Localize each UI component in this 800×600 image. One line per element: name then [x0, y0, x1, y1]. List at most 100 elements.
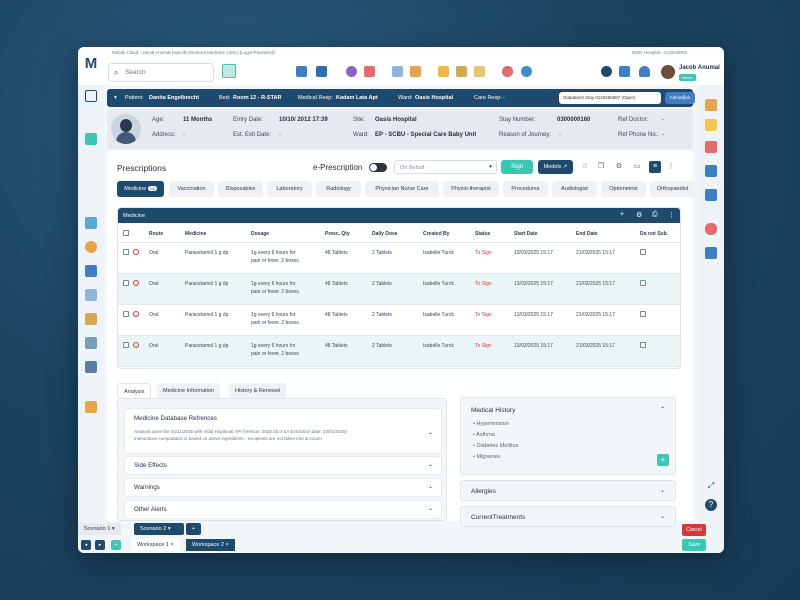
report-icon[interactable]: [85, 337, 97, 349]
tab-optometrist[interactable]: Optometrist: [601, 181, 646, 197]
table-row[interactable]: ! Oral Paracetamol 1 g dp 1g every 6 hou…: [118, 243, 680, 274]
copy-icon[interactable]: ❐: [595, 161, 607, 173]
tab-radiology[interactable]: Radiology: [316, 181, 361, 197]
more-options-icon[interactable]: ⋮: [665, 161, 677, 173]
table-row[interactable]: ! Oral Paracetamol 1 g dp 1g every 6 hou…: [118, 274, 680, 305]
col-medicine[interactable]: Medicine: [185, 231, 206, 237]
exchange-icon[interactable]: [316, 66, 327, 77]
row-checkbox[interactable]: [123, 311, 129, 317]
next-icon[interactable]: ▸: [95, 540, 105, 550]
grid-apps-icon[interactable]: [705, 189, 717, 201]
documents-icon[interactable]: [410, 66, 421, 77]
tab-laboratory[interactable]: Laboratory: [267, 181, 312, 197]
notes-icon[interactable]: [474, 66, 485, 77]
warnings-accordion[interactable]: Warnings ⌄: [125, 479, 441, 496]
checklist-icon[interactable]: [85, 361, 97, 373]
calendar-icon[interactable]: [364, 66, 375, 77]
col-end-date[interactable]: End Date: [576, 231, 598, 237]
medicine-database-accordion[interactable]: Medicine Database Refrences ⌄ Analysis d…: [125, 409, 441, 453]
alert-icon[interactable]: !: [133, 311, 139, 317]
tab-medicine-information[interactable]: Medicine Information: [157, 383, 221, 398]
schedule-icon[interactable]: [392, 66, 403, 77]
more-icon[interactable]: ⋮: [681, 95, 687, 101]
tab-physio-therapist[interactable]: Physio-therapist: [443, 181, 499, 197]
table-row[interactable]: ! Oral Paracetamol 1 g dp 1g every 6 hou…: [118, 336, 680, 367]
panel-toggle-icon[interactable]: [85, 90, 97, 102]
row-checkbox[interactable]: [123, 249, 129, 255]
search-box[interactable]: ⌕: [108, 63, 214, 82]
col-route[interactable]: Route: [149, 231, 163, 237]
tab-procedures[interactable]: Procedures: [503, 181, 548, 197]
close-icon[interactable]: ×: [171, 542, 174, 548]
card-icon[interactable]: [705, 141, 717, 153]
folder-right-icon[interactable]: [705, 99, 717, 111]
avatar[interactable]: [661, 65, 675, 79]
lock-user-icon[interactable]: [619, 66, 630, 77]
tab-orthopaedist[interactable]: Orthopaedist: [650, 181, 695, 197]
alert-icon[interactable]: !: [133, 342, 139, 348]
edit-note-icon[interactable]: [705, 119, 717, 131]
alert-icon[interactable]: !: [133, 280, 139, 286]
tab-disposables[interactable]: Disposables: [218, 181, 263, 197]
building-icon[interactable]: [85, 289, 97, 301]
folder-icon[interactable]: [438, 66, 449, 77]
do-not-sub-checkbox[interactable]: [640, 249, 646, 255]
chevron-up-icon[interactable]: ⌃: [660, 406, 665, 413]
tab-history-renewel[interactable]: History & Renewel: [229, 383, 287, 398]
select-all-checkbox[interactable]: [123, 230, 129, 236]
help-icon[interactable]: ?: [705, 499, 717, 511]
expand-icon[interactable]: ⤢: [705, 481, 717, 493]
other-alerts-accordion[interactable]: Other Alerts ⌄: [125, 501, 441, 518]
do-not-sub-checkbox[interactable]: [640, 311, 646, 317]
add-history-button[interactable]: +: [657, 454, 669, 466]
admission-button[interactable]: Admission: [665, 92, 695, 104]
clipboard-icon[interactable]: [85, 313, 97, 325]
scenario-1-tab[interactable]: Scenario 1 ▾: [78, 523, 121, 535]
pill-right-icon[interactable]: [705, 223, 717, 235]
side-effects-accordion[interactable]: Side Effects ⌄: [125, 457, 441, 474]
scenario-2-tab[interactable]: Scenario 2 ▾: [134, 523, 184, 535]
sign-button[interactable]: Sign: [501, 160, 533, 174]
tab-vaccination[interactable]: Vaccination: [169, 181, 214, 197]
alert-icon[interactable]: !: [133, 249, 139, 255]
search-input[interactable]: [125, 66, 211, 79]
prev-icon[interactable]: ◂: [81, 540, 91, 550]
col-status[interactable]: Status: [475, 231, 490, 237]
settings-table-icon[interactable]: ⚙: [636, 211, 642, 219]
document-user-icon[interactable]: [705, 247, 717, 259]
tools-icon[interactable]: [85, 265, 97, 277]
add-scenario-button[interactable]: +: [186, 523, 202, 535]
models-button[interactable]: Models ↗: [538, 160, 573, 174]
monitor-icon[interactable]: [705, 165, 717, 177]
row-checkbox[interactable]: [123, 342, 129, 348]
calendar-app-icon[interactable]: [222, 64, 236, 78]
col-created-by[interactable]: Created By: [423, 231, 449, 237]
table-row[interactable]: ! Oral Paracetamol 1 g dp 1g every 6 hou…: [118, 305, 680, 336]
workspace-1-tab[interactable]: Workspace 1 ×: [131, 539, 180, 551]
eprescription-toggle[interactable]: [369, 163, 387, 172]
tab-physician-nurse-care[interactable]: Physician Nurse Care: [365, 181, 439, 197]
workspace-2-tab[interactable]: Workspace 2 ×: [186, 539, 235, 551]
stay-select[interactable]: Outpatient Stay 0123456987 (Open): [559, 92, 661, 104]
lock-icon[interactable]: [456, 66, 467, 77]
tab-audiologist[interactable]: Audiologist: [552, 181, 597, 197]
pill-icon[interactable]: [502, 66, 513, 77]
do-not-sub-checkbox[interactable]: [640, 342, 646, 348]
collapse-icon[interactable]: ▾: [114, 95, 117, 101]
col-daily-dose[interactable]: Daily Dose: [372, 231, 398, 237]
calculator-icon[interactable]: [85, 401, 97, 413]
row-checkbox[interactable]: [123, 280, 129, 286]
cancel-button[interactable]: Cancel: [682, 524, 706, 536]
table-more-icon[interactable]: ⋮: [668, 211, 675, 219]
allergies-card[interactable]: Allergies ⌄: [460, 480, 676, 501]
add-icon[interactable]: +: [620, 211, 624, 218]
on-behalf-select[interactable]: On Behalf ▾: [394, 160, 497, 174]
print-icon[interactable]: ⎙: [652, 211, 658, 219]
tab-medicine[interactable]: Medicine 04: [117, 181, 164, 197]
cash-register-icon[interactable]: [296, 66, 307, 77]
do-not-sub-checkbox[interactable]: [640, 280, 646, 286]
nurse-icon[interactable]: [85, 241, 97, 253]
col-dosage[interactable]: Dosage: [251, 231, 269, 237]
list-view-icon[interactable]: ≡: [649, 161, 661, 173]
schedule-sidebar-icon[interactable]: [85, 133, 97, 145]
